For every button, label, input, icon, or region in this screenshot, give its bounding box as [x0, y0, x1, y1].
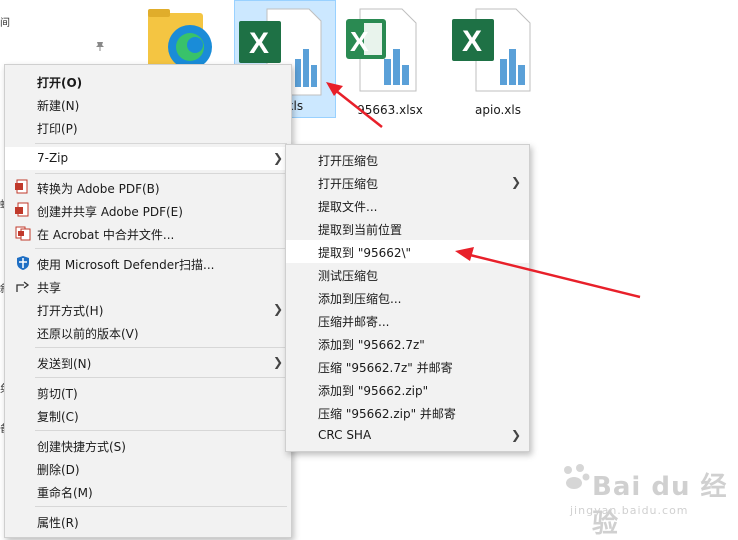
- defender-shield-icon: [17, 256, 29, 270]
- menu-item-cut[interactable]: 剪切(T): [5, 381, 291, 404]
- submenu-item-label: 测试压缩包: [318, 269, 379, 283]
- acrobat-merge-icon: [15, 226, 31, 241]
- menu-item-label: 共享: [37, 281, 62, 295]
- menu-item-properties[interactable]: 属性(R): [5, 510, 291, 533]
- baidu-paw-icon: [564, 464, 590, 489]
- menu-separator: [35, 143, 287, 144]
- menu-item-label: 使用 Microsoft Defender扫描...: [37, 258, 215, 272]
- excel-file-apio[interactable]: X apio.xls: [448, 5, 548, 117]
- excel-file-icon: X: [452, 8, 531, 92]
- svg-text:X: X: [350, 26, 369, 57]
- menu-item-create-shortcut[interactable]: 创建快捷方式(S): [5, 434, 291, 457]
- submenu-item-label: 添加到 "95662.zip": [318, 384, 429, 398]
- menu-item-label: 创建并共享 Adobe PDF(E): [37, 205, 183, 219]
- menu-separator: [35, 377, 287, 378]
- menu-item-share[interactable]: 共享: [5, 275, 291, 298]
- share-icon: [16, 281, 30, 292]
- menu-item-label: 创建快捷方式(S): [37, 440, 126, 454]
- svg-text:X: X: [249, 27, 269, 60]
- menu-item-open[interactable]: 打开(O): [5, 70, 291, 93]
- submenu-item-extract-here[interactable]: 提取到当前位置: [286, 217, 529, 240]
- menu-item-restore-versions[interactable]: 还原以前的版本(V): [5, 321, 291, 344]
- menu-item-send-to[interactable]: 发送到(N) ❯: [5, 351, 291, 374]
- menu-item-label: 发送到(N): [37, 357, 92, 371]
- chevron-right-icon: ❯: [510, 428, 521, 442]
- submenu-item-open-archive-more[interactable]: 打开压缩包 ❯: [286, 171, 529, 194]
- submenu-item-test-archive[interactable]: 测试压缩包: [286, 263, 529, 286]
- submenu-item-label: 提取到 "95662\": [318, 246, 412, 260]
- submenu-item-crc-sha[interactable]: CRC SHA ❯: [286, 424, 529, 447]
- menu-item-label: 7-Zip: [37, 151, 69, 165]
- submenu-item-label: 打开压缩包: [318, 177, 379, 191]
- excel-file-95663[interactable]: X 95663.xlsx: [340, 5, 440, 117]
- menu-separator: [35, 506, 287, 507]
- menu-separator: [35, 248, 287, 249]
- menu-item-label: 在 Acrobat 中合并文件...: [37, 228, 175, 242]
- menu-item-defender-scan[interactable]: 使用 Microsoft Defender扫描...: [5, 252, 291, 275]
- menu-item-print[interactable]: 打印(P): [5, 116, 291, 139]
- submenu-item-label: 提取文件...: [318, 200, 378, 214]
- submenu-7zip: 打开压缩包 打开压缩包 ❯ 提取文件... 提取到当前位置 提取到 "95662…: [285, 144, 530, 452]
- menu-item-label: 删除(D): [37, 463, 80, 477]
- menu-item-acrobat-merge[interactable]: 在 Acrobat 中合并文件...: [5, 222, 291, 245]
- submenu-item-extract-to-folder[interactable]: 提取到 "95662\": [286, 240, 529, 263]
- submenu-item-label: 压缩 "95662.7z" 并邮寄: [318, 361, 453, 375]
- menu-item-label: 还原以前的版本(V): [37, 327, 139, 341]
- svg-text:X: X: [462, 25, 482, 58]
- adobe-pdf-icon: [15, 179, 28, 194]
- submenu-item-open-archive[interactable]: 打开压缩包: [286, 148, 529, 171]
- chevron-right-icon: ❯: [272, 302, 283, 316]
- left-edge-text: 间: [0, 18, 10, 29]
- submenu-item-label: 打开压缩包: [318, 154, 379, 168]
- submenu-item-compress-email[interactable]: 压缩并邮寄...: [286, 309, 529, 332]
- submenu-item-label: 提取到当前位置: [318, 223, 403, 237]
- submenu-item-label: 添加到 "95662.7z": [318, 338, 425, 352]
- menu-item-7zip[interactable]: 7-Zip ❯: [5, 147, 291, 170]
- menu-item-new[interactable]: 新建(N): [5, 93, 291, 116]
- submenu-item-compress-7z-email[interactable]: 压缩 "95662.7z" 并邮寄: [286, 355, 529, 378]
- menu-item-delete[interactable]: 删除(D): [5, 457, 291, 480]
- submenu-item-label: 添加到压缩包...: [318, 292, 402, 306]
- chevron-right-icon: ❯: [272, 151, 283, 165]
- submenu-item-add-to-zip[interactable]: 添加到 "95662.zip": [286, 378, 529, 401]
- chevron-right-icon: ❯: [272, 355, 283, 369]
- menu-item-label: 打开方式(H): [37, 304, 104, 318]
- menu-item-rename[interactable]: 重命名(M): [5, 480, 291, 503]
- menu-item-label: 转换为 Adobe PDF(B): [37, 182, 160, 196]
- submenu-item-add-to-archive[interactable]: 添加到压缩包...: [286, 286, 529, 309]
- baidu-watermark: Bai du 经验 jingyan.baidu.com: [560, 452, 730, 539]
- chevron-right-icon: ❯: [510, 175, 521, 189]
- menu-item-label: 剪切(T): [37, 387, 78, 401]
- context-menu: 打开(O) 新建(N) 打印(P) 7-Zip ❯ 转换为 Adobe PDF(…: [4, 64, 292, 538]
- submenu-item-label: 压缩并邮寄...: [318, 315, 390, 329]
- menu-item-copy[interactable]: 复制(C): [5, 404, 291, 427]
- menu-item-label: 复制(C): [37, 410, 79, 424]
- pin-icon[interactable]: [94, 40, 106, 52]
- submenu-item-compress-zip-email[interactable]: 压缩 "95662.zip" 并邮寄: [286, 401, 529, 424]
- menu-item-label: 打开(O): [37, 76, 83, 90]
- menu-item-convert-pdf[interactable]: 转换为 Adobe PDF(B): [5, 176, 291, 199]
- menu-item-label: 打印(P): [37, 122, 78, 136]
- menu-item-label: 属性(R): [37, 516, 79, 530]
- menu-item-label: 重命名(M): [37, 486, 93, 500]
- submenu-item-extract-files[interactable]: 提取文件...: [286, 194, 529, 217]
- excel-file-icon: X: [346, 8, 417, 92]
- adobe-pdf-share-icon: [15, 202, 29, 217]
- menu-item-open-with[interactable]: 打开方式(H) ❯: [5, 298, 291, 321]
- submenu-item-label: 压缩 "95662.zip" 并邮寄: [318, 407, 456, 421]
- submenu-item-label: CRC SHA: [318, 428, 372, 442]
- menu-separator: [35, 430, 287, 431]
- watermark-text: Bai du 经验: [592, 472, 728, 539]
- file-label: apio.xls: [475, 103, 521, 117]
- watermark-url: jingyan.baidu.com: [570, 504, 689, 517]
- file-label: 95663.xlsx: [357, 103, 423, 117]
- menu-separator: [35, 173, 287, 174]
- menu-item-create-share-pdf[interactable]: 创建并共享 Adobe PDF(E): [5, 199, 291, 222]
- menu-item-label: 新建(N): [37, 99, 80, 113]
- submenu-item-add-to-7z[interactable]: 添加到 "95662.7z": [286, 332, 529, 355]
- menu-separator: [35, 347, 287, 348]
